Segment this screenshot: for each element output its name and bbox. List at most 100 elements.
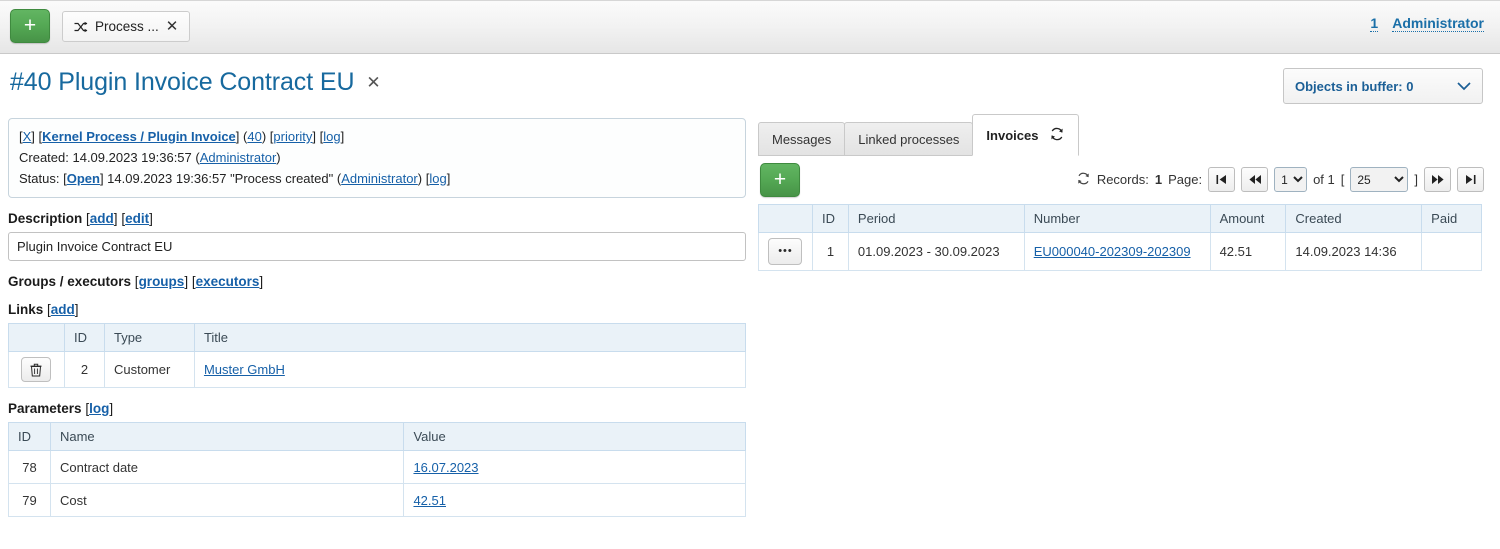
created-datetime: 14.09.2023 19:36:57 — [72, 150, 191, 165]
tab-linked-processes-label: Linked processes — [858, 132, 959, 147]
parameters-heading: Parameters — [8, 401, 82, 416]
links-col-id: ID — [64, 324, 104, 352]
groups-link[interactable]: groups — [139, 274, 185, 289]
invoice-number-link[interactable]: EU000040-202309-202309 — [1034, 244, 1191, 259]
paren: ( — [192, 150, 200, 165]
priority-link[interactable]: priority — [273, 129, 312, 144]
parameter-name: Contract date — [50, 451, 403, 484]
created-author-link[interactable]: Administrator — [200, 150, 277, 165]
description-edit-link[interactable]: edit — [125, 211, 149, 226]
bracket: ] — [149, 211, 153, 226]
refresh-icon[interactable] — [1076, 171, 1091, 189]
parameter-name: Cost — [50, 484, 403, 517]
table-row: ••• 1 01.09.2023 - 30.09.2023 EU000040-2… — [759, 233, 1482, 271]
session-count[interactable]: 1 — [1370, 15, 1378, 32]
status-log-link[interactable]: log — [429, 171, 446, 186]
invoices-col-paid: Paid — [1422, 205, 1482, 233]
user-area: 1 Administrator — [1370, 15, 1484, 32]
close-icon[interactable]: ✕ — [166, 19, 179, 34]
records-label: Records: — [1097, 172, 1149, 187]
bracket: [ — [188, 274, 196, 289]
bracket: ] — [341, 129, 345, 144]
parameter-value-link[interactable]: 42.51 — [413, 493, 446, 508]
invoices-col-number: Number — [1024, 205, 1210, 233]
links-col-type: Type — [104, 324, 194, 352]
page-number-select[interactable]: 1 — [1274, 167, 1307, 192]
bracket: ] — [259, 274, 263, 289]
table-header-row: ID Name Value — [9, 423, 746, 451]
tab-linked-processes[interactable]: Linked processes — [844, 122, 973, 156]
status-badge[interactable]: Open — [67, 171, 100, 186]
close-process-link[interactable]: X — [23, 129, 32, 144]
page-label: Page: — [1168, 172, 1202, 187]
link-title-link[interactable]: Muster GmbH — [204, 362, 285, 377]
links-add-link[interactable]: add — [51, 302, 75, 317]
process-info-line-created: Created: 14.09.2023 19:36:57 (Administra… — [19, 147, 735, 168]
chevron-down-icon — [1457, 79, 1471, 94]
parameter-value: 16.07.2023 — [404, 451, 746, 484]
page-size-select[interactable]: 25 — [1350, 167, 1408, 192]
bracket: ] — [75, 302, 79, 317]
description-heading-row: Description [add] [edit] — [8, 211, 746, 226]
description-add-link[interactable]: add — [90, 211, 114, 226]
parameters-col-name: Name — [50, 423, 403, 451]
bracket: ] — [109, 401, 113, 416]
invoice-created: 14.09.2023 14:36 — [1286, 233, 1422, 271]
objects-in-buffer-label: Objects in buffer: 0 — [1295, 79, 1413, 94]
links-row-id: 2 — [64, 352, 104, 388]
description-input[interactable] — [8, 232, 746, 261]
table-row: 78 Contract date 16.07.2023 — [9, 451, 746, 484]
tab-bar: Messages Linked processes Invoices — [758, 114, 1486, 156]
groups-executors-heading-row: Groups / executors [groups] [executors] — [8, 274, 746, 289]
ellipsis-dots: ••• — [778, 246, 793, 257]
close-icon[interactable]: ✕ — [366, 73, 380, 93]
parameters-log-link[interactable]: log — [89, 401, 109, 416]
process-tab-label: Process ... — [95, 19, 159, 34]
paren: ) — [276, 150, 280, 165]
table-row: 2 Customer Muster GmbH — [9, 352, 746, 388]
plus-icon: + — [761, 164, 799, 196]
parameters-col-id: ID — [9, 423, 51, 451]
invoices-col-period: Period — [848, 205, 1024, 233]
invoice-amount: 42.51 — [1210, 233, 1286, 271]
next-page-button[interactable] — [1424, 167, 1451, 192]
top-bar-line — [0, 0, 1500, 1]
invoices-col-id: ID — [812, 205, 848, 233]
parameters-table: ID Name Value 78 Contract date 16.07.202… — [8, 422, 746, 517]
tab-invoices-label: Invoices — [986, 128, 1038, 143]
parameters-heading-row: Parameters [log] — [8, 401, 746, 416]
groups-executors-heading: Groups / executors — [8, 274, 131, 289]
status-author-link[interactable]: Administrator — [341, 171, 418, 186]
description-heading: Description — [8, 211, 82, 226]
invoice-paid — [1422, 233, 1482, 271]
process-info-line-status: Status: [Open] 14.09.2023 19:36:57 "Proc… — [19, 168, 735, 189]
trash-icon[interactable] — [21, 357, 51, 382]
ellipsis-icon[interactable]: ••• — [768, 238, 802, 265]
executors-link[interactable]: executors — [196, 274, 260, 289]
new-tab-add-button[interactable]: + — [10, 9, 50, 43]
tab-invoices[interactable]: Invoices — [972, 114, 1079, 156]
refresh-icon[interactable] — [1049, 126, 1065, 145]
bracket: [ — [131, 274, 139, 289]
parameter-id: 78 — [9, 451, 51, 484]
process-tab[interactable]: Process ... ✕ — [62, 11, 190, 42]
prev-page-button[interactable] — [1241, 167, 1268, 192]
process-type-link[interactable]: Kernel Process / Plugin Invoice — [42, 129, 236, 144]
bracket: ] — [447, 171, 451, 186]
links-table: ID Type Title 2 Cu — [8, 323, 746, 388]
created-label: Created: — [19, 150, 72, 165]
shuffle-icon — [74, 21, 88, 33]
process-number-link[interactable]: 40 — [247, 129, 261, 144]
process-info-box: [X] [Kernel Process / Plugin Invoice] (4… — [8, 118, 746, 198]
status-datetime: 14.09.2023 19:36:57 "Process created" — [104, 171, 337, 186]
log-link[interactable]: log — [323, 129, 340, 144]
user-menu[interactable]: Administrator — [1392, 15, 1484, 32]
invoice-number: EU000040-202309-202309 — [1024, 233, 1210, 271]
tab-messages[interactable]: Messages — [758, 122, 845, 156]
first-page-button[interactable] — [1208, 167, 1235, 192]
parameter-value-link[interactable]: 16.07.2023 — [413, 460, 478, 475]
last-page-button[interactable] — [1457, 167, 1484, 192]
add-invoice-button[interactable]: + — [760, 163, 800, 197]
left-panel: [ X] [ Kernel Process / Plugin Invoice] (4… — [8, 118, 746, 517]
objects-in-buffer-dropdown[interactable]: Objects in buffer: 0 — [1283, 68, 1483, 104]
